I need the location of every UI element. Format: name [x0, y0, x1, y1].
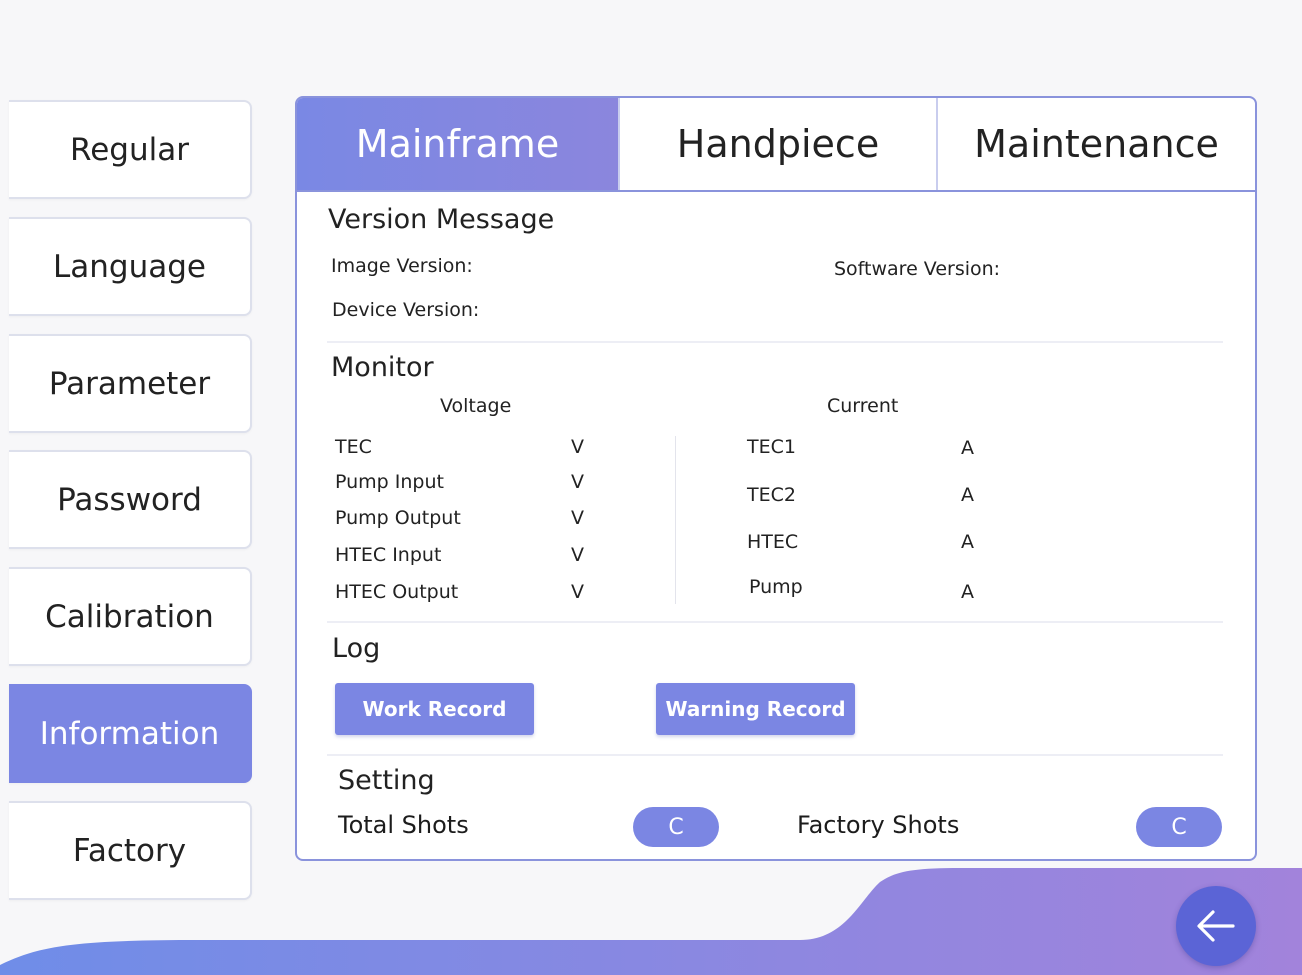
- current-row-unit: A: [961, 437, 974, 459]
- arrow-left-icon: [1197, 910, 1235, 942]
- sidebar-item-regular[interactable]: Regular: [9, 100, 252, 199]
- current-row-label: Pump: [749, 576, 803, 598]
- current-row-label: TEC1: [747, 436, 796, 458]
- device-version-label: Device Version:: [332, 299, 480, 321]
- back-button[interactable]: [1176, 886, 1256, 966]
- tab-mainframe[interactable]: Mainframe: [297, 98, 618, 190]
- work-record-button[interactable]: Work Record: [335, 683, 534, 735]
- sidebar-item-information[interactable]: Information: [9, 684, 252, 783]
- information-panel: Mainframe Handpiece Maintenance Version …: [295, 96, 1257, 861]
- sidebar-item-password[interactable]: Password: [9, 450, 252, 549]
- tab-maintenance[interactable]: Maintenance: [936, 98, 1255, 190]
- warning-record-button[interactable]: Warning Record: [656, 683, 855, 735]
- monitor-column-divider: [675, 436, 676, 604]
- tab-handpiece[interactable]: Handpiece: [618, 98, 936, 190]
- voltage-row-unit: V: [571, 471, 584, 493]
- voltage-row-label: HTEC Input: [335, 544, 442, 566]
- voltage-header: Voltage: [440, 395, 512, 417]
- section-divider: [327, 341, 1223, 343]
- current-row-label: HTEC: [747, 531, 799, 553]
- voltage-row-unit: V: [571, 436, 584, 458]
- sidebar-item-parameter[interactable]: Parameter: [9, 334, 252, 433]
- sidebar-item-language[interactable]: Language: [9, 217, 252, 316]
- voltage-row-unit: V: [571, 507, 584, 529]
- current-row-unit: A: [961, 581, 974, 603]
- current-row-unit: A: [961, 531, 974, 553]
- current-row-label: TEC2: [747, 484, 796, 506]
- image-version-label: Image Version:: [331, 255, 473, 277]
- voltage-row-label: TEC: [335, 436, 372, 458]
- setting-section-title: Setting: [338, 765, 435, 796]
- monitor-section-title: Monitor: [331, 352, 434, 383]
- clear-total-shots-button[interactable]: C: [633, 807, 719, 847]
- voltage-row-unit: V: [571, 544, 584, 566]
- log-section-title: Log: [332, 633, 381, 664]
- voltage-row-label: Pump Output: [335, 507, 461, 529]
- current-header: Current: [827, 395, 899, 417]
- software-version-label: Software Version:: [834, 258, 1001, 280]
- voltage-row-label: Pump Input: [335, 471, 444, 493]
- section-divider: [327, 754, 1223, 756]
- current-row-unit: A: [961, 484, 974, 506]
- sidebar-item-factory[interactable]: Factory: [9, 801, 252, 900]
- factory-shots-label: Factory Shots: [797, 811, 960, 839]
- clear-factory-shots-button[interactable]: C: [1136, 807, 1222, 847]
- sidebar-item-calibration[interactable]: Calibration: [9, 567, 252, 666]
- voltage-row-unit: V: [571, 581, 584, 603]
- version-section-title: Version Message: [328, 204, 555, 235]
- tab-bar: Mainframe Handpiece Maintenance: [297, 98, 1255, 192]
- voltage-row-label: HTEC Output: [335, 581, 459, 603]
- section-divider: [327, 621, 1223, 623]
- total-shots-label: Total Shots: [338, 811, 469, 839]
